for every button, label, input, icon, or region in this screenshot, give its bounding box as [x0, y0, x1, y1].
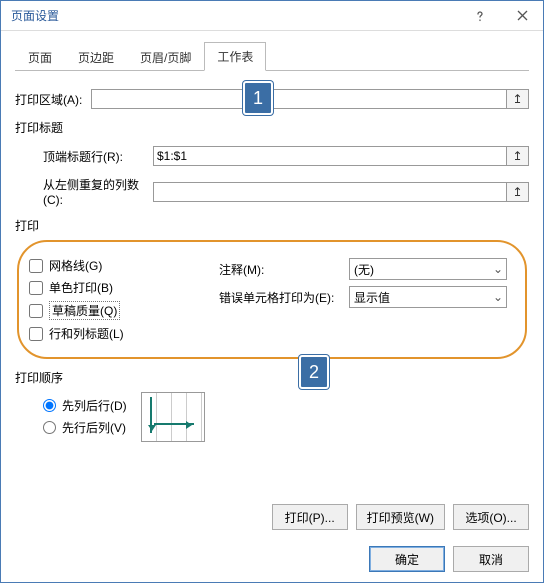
checkbox-draft[interactable]: [29, 304, 43, 318]
chevron-down-icon: ⌄: [490, 290, 506, 304]
tab-sheet[interactable]: 工作表: [204, 42, 266, 71]
help-button[interactable]: [459, 1, 501, 31]
refedit-top-rows[interactable]: [507, 146, 529, 166]
group-order: 打印顺序: [15, 369, 529, 386]
titlebar: 页面设置: [1, 1, 543, 31]
checkbox-gridlines[interactable]: [29, 259, 43, 273]
row-errors: 错误单元格打印为(E): 显示值 ⌄: [219, 286, 507, 308]
print-options-group: 网格线(G) 单色打印(B) 草稿质量(Q) 行和列标题(L) 注释(M): (…: [17, 240, 527, 359]
collapse-icon: [512, 149, 522, 163]
row-comments: 注释(M): (无) ⌄: [219, 258, 507, 280]
client-area: 页面 页边距 页眉/页脚 工作表 1 2 打印区域(A): 打印标题 顶端标题行…: [1, 31, 543, 584]
preview-button[interactable]: 打印预览(W): [356, 504, 445, 530]
group-print-titles: 打印标题: [15, 119, 529, 136]
checkbox-mono[interactable]: [29, 281, 43, 295]
label-comments: 注释(M):: [219, 261, 349, 278]
annotation-1: 1: [243, 81, 273, 115]
check-gridlines[interactable]: 网格线(G): [29, 257, 219, 274]
label-draft: 草稿质量(Q): [49, 301, 120, 320]
dialog-title: 页面设置: [1, 7, 459, 24]
label-top-rows: 顶端标题行(R):: [43, 148, 153, 165]
label-mono: 单色打印(B): [49, 279, 113, 296]
select-comments-value: (无): [354, 261, 374, 278]
input-top-rows[interactable]: [153, 146, 507, 166]
label-print-area: 打印区域(A):: [15, 91, 91, 108]
select-errors-value: 显示值: [354, 289, 390, 306]
label-gridlines: 网格线(G): [49, 257, 102, 274]
row-top-rows: 顶端标题行(R):: [43, 146, 529, 166]
collapse-icon: [512, 185, 522, 199]
page-order-icon: [141, 392, 205, 442]
annotation-2: 2: [299, 355, 329, 389]
check-draft[interactable]: 草稿质量(Q): [29, 301, 219, 320]
label-errors: 错误单元格打印为(E):: [219, 289, 349, 306]
label-rowcol: 行和列标题(L): [49, 325, 124, 342]
tab-header-footer[interactable]: 页眉/页脚: [127, 43, 204, 71]
select-comments[interactable]: (无) ⌄: [349, 258, 507, 280]
label-left-cols: 从左侧重复的列数(C):: [43, 176, 153, 207]
tab-page[interactable]: 页面: [15, 43, 65, 71]
select-errors[interactable]: 显示值 ⌄: [349, 286, 507, 308]
cancel-button[interactable]: 取消: [453, 546, 529, 572]
print-button[interactable]: 打印(P)...: [272, 504, 348, 530]
collapse-icon: [512, 92, 522, 106]
radio-down-over-input[interactable]: [43, 399, 56, 412]
check-mono[interactable]: 单色打印(B): [29, 279, 219, 296]
ok-button[interactable]: 确定: [369, 546, 445, 572]
label-down-over: 先列后行(D): [62, 397, 127, 414]
radio-down-over[interactable]: 先列后行(D): [43, 397, 127, 414]
input-left-cols[interactable]: [153, 182, 507, 202]
close-button[interactable]: [501, 1, 543, 31]
row-left-cols: 从左侧重复的列数(C):: [43, 176, 529, 207]
checkbox-rowcol[interactable]: [29, 327, 43, 341]
radio-over-down[interactable]: 先行后列(V): [43, 419, 127, 436]
tab-margins[interactable]: 页边距: [65, 43, 127, 71]
input-print-area[interactable]: [91, 89, 507, 109]
refedit-left-cols[interactable]: [507, 182, 529, 202]
radio-over-down-input[interactable]: [43, 421, 56, 434]
refedit-print-area[interactable]: [507, 89, 529, 109]
check-rowcol[interactable]: 行和列标题(L): [29, 325, 219, 342]
chevron-down-icon: ⌄: [490, 262, 506, 276]
page-setup-dialog: 页面设置 页面 页边距 页眉/页脚 工作表 1 2 打印区域(A): 打印标题 …: [0, 0, 544, 583]
group-print: 打印: [15, 217, 529, 234]
options-button[interactable]: 选项(O)...: [453, 504, 529, 530]
label-over-down: 先行后列(V): [62, 419, 126, 436]
tab-row: 页面 页边距 页眉/页脚 工作表: [15, 43, 529, 71]
